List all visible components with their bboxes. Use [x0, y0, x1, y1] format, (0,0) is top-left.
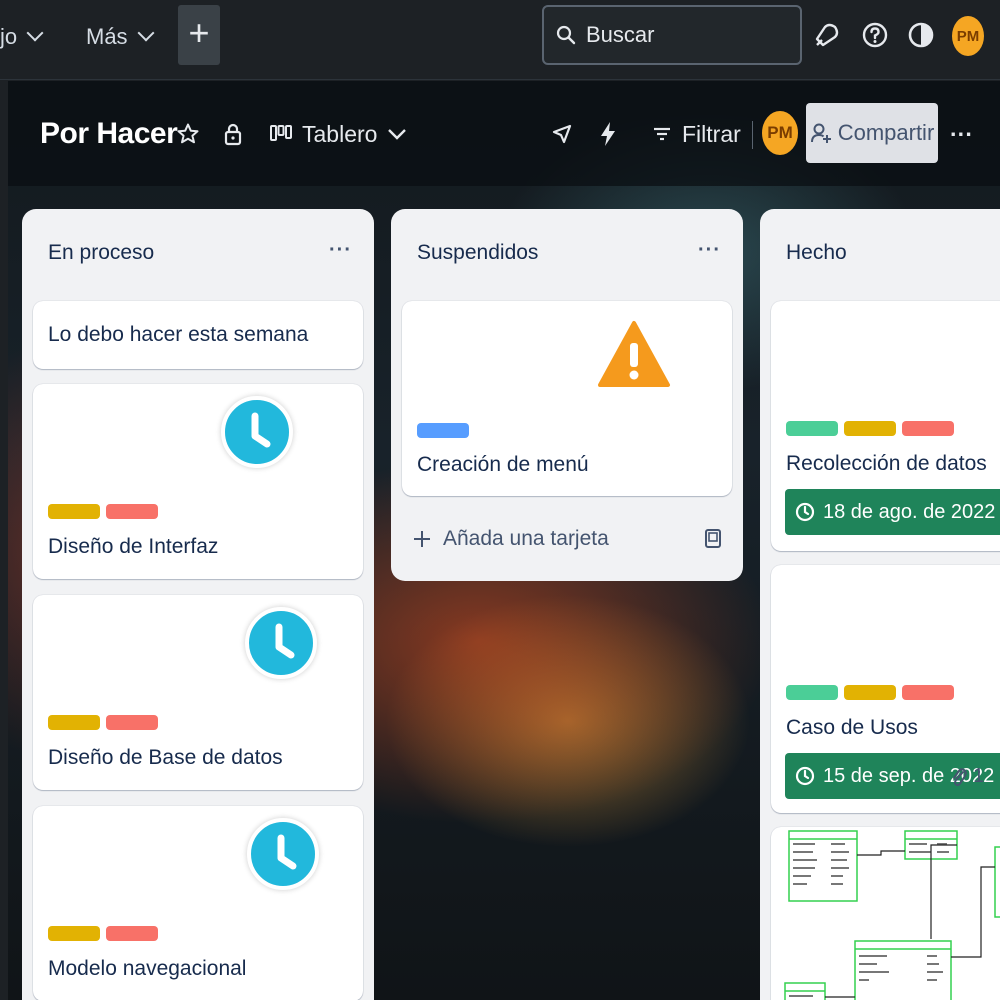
card-labels	[417, 423, 469, 438]
card-title: Caso de Usos	[786, 716, 918, 739]
filter-label: Filtrar	[682, 120, 741, 147]
view-switcher[interactable]: Tablero	[270, 117, 407, 151]
share-button[interactable]: Compartir	[806, 103, 938, 163]
card[interactable]: Lo debo hacer esta semana	[33, 301, 363, 369]
label-yellow[interactable]	[48, 715, 100, 730]
filter-icon	[654, 127, 670, 141]
label-blue[interactable]	[417, 423, 469, 438]
list-en-proceso: En proceso ··· Lo debo hacer esta semana…	[22, 209, 374, 1000]
add-card-label: Añada una tarjeta	[443, 527, 609, 550]
chevron-down-icon	[137, 24, 155, 42]
more-menu-label: Más	[86, 24, 128, 49]
workspace-menu-label: jo	[0, 24, 18, 49]
due-date-badge[interactable]: 18 de ago. de 2022 - 2 de a	[785, 489, 1000, 535]
automation-icon[interactable]	[598, 117, 618, 151]
card-labels	[48, 715, 158, 730]
list-title[interactable]: En proceso	[48, 241, 154, 265]
theme-toggle-icon[interactable]	[906, 20, 936, 50]
card-title: Recolección de datos	[786, 452, 987, 475]
header-divider	[752, 121, 753, 149]
card[interactable]: Creación de menú	[402, 301, 732, 496]
view-switcher-label: Tablero	[302, 120, 378, 147]
label-red[interactable]	[106, 504, 158, 519]
create-button[interactable]: +	[178, 5, 220, 65]
plus-icon	[414, 531, 430, 547]
card-title: Diseño de Interfaz	[48, 535, 219, 558]
list-menu-button[interactable]: ···	[329, 239, 352, 262]
clock-icon	[247, 818, 319, 890]
label-red[interactable]	[902, 421, 954, 436]
add-member-icon	[810, 123, 831, 143]
chevron-down-icon	[26, 24, 44, 42]
card-title: Lo debo hacer esta semana	[48, 323, 309, 346]
warning-icon	[592, 315, 676, 393]
card[interactable]: Diseño de Interfaz	[33, 384, 363, 579]
card-labels	[786, 421, 954, 436]
label-green[interactable]	[786, 685, 838, 700]
label-yellow[interactable]	[844, 421, 896, 436]
search-placeholder: Buscar	[586, 22, 655, 47]
board-title[interactable]: Por Hacer	[40, 117, 178, 151]
card-title: Diseño de Base de datos	[48, 746, 283, 769]
notifications-icon[interactable]	[812, 20, 842, 50]
label-red[interactable]	[106, 715, 158, 730]
list-menu-button[interactable]: ···	[698, 239, 721, 262]
label-yellow[interactable]	[48, 926, 100, 941]
board-header: Por Hacer Tablero Filtrar PM Compartir ·	[8, 81, 1000, 186]
card-title: Modelo navegacional	[48, 957, 247, 980]
star-icon[interactable]	[176, 117, 200, 151]
clock-icon	[795, 502, 815, 522]
label-green[interactable]	[786, 421, 838, 436]
board-member-avatar[interactable]: PM	[762, 111, 798, 155]
label-yellow[interactable]	[48, 504, 100, 519]
help-icon[interactable]	[860, 20, 890, 50]
search-input[interactable]: Buscar	[542, 5, 802, 65]
attachments-count: 1	[973, 765, 985, 787]
clock-icon	[221, 396, 293, 468]
card[interactable]: Modelo navegacional	[33, 806, 363, 1000]
card-labels	[48, 504, 158, 519]
add-card-button[interactable]: Añada una tarjeta	[413, 527, 609, 551]
board-canvas: Por Hacer Tablero Filtrar PM Compartir ·	[8, 81, 1000, 1000]
share-label: Compartir	[837, 120, 935, 145]
list-hecho: Hecho Recolección de datos 18 de ago. de…	[760, 209, 1000, 1000]
filter-button[interactable]: Filtrar	[652, 117, 741, 151]
search-icon	[556, 25, 576, 45]
chevron-down-icon	[388, 129, 407, 140]
due-date-text: 18 de ago. de 2022 - 2 de a	[823, 500, 1000, 523]
card[interactable]: Diseño de Base de datos	[33, 595, 363, 790]
label-red[interactable]	[106, 926, 158, 941]
paperclip-icon	[953, 767, 967, 786]
board-view-icon	[270, 125, 292, 141]
user-avatar[interactable]: PM	[952, 16, 984, 56]
list-suspendidos: Suspendidos ··· Creación de menú Añada u…	[391, 209, 743, 581]
database-diagram-image	[784, 830, 1000, 1000]
workspace-menu[interactable]: jo	[0, 22, 44, 52]
card[interactable]: Recolección de datos 18 de ago. de 2022 …	[771, 301, 1000, 551]
top-navigation: jo Más + Buscar PM	[0, 0, 1000, 80]
power-ups-icon[interactable]	[550, 117, 574, 151]
card[interactable]: Caso de Usos 15 de sep. de 2022 1	[771, 565, 1000, 813]
card-labels	[786, 685, 954, 700]
card-template-icon[interactable]	[703, 527, 723, 551]
label-red[interactable]	[902, 685, 954, 700]
clock-icon	[795, 766, 815, 786]
label-yellow[interactable]	[844, 685, 896, 700]
card-title: Creación de menú	[417, 453, 589, 476]
list-title[interactable]: Hecho	[786, 241, 847, 265]
clock-icon	[245, 607, 317, 679]
lock-icon[interactable]	[222, 117, 244, 151]
more-menu[interactable]: Más	[86, 22, 155, 52]
board-menu-button[interactable]: ···	[950, 117, 973, 151]
card-labels	[48, 926, 158, 941]
card-cover-diagram[interactable]	[771, 827, 1000, 1000]
attachments-badge: 1	[951, 765, 984, 788]
list-title[interactable]: Suspendidos	[417, 241, 538, 265]
